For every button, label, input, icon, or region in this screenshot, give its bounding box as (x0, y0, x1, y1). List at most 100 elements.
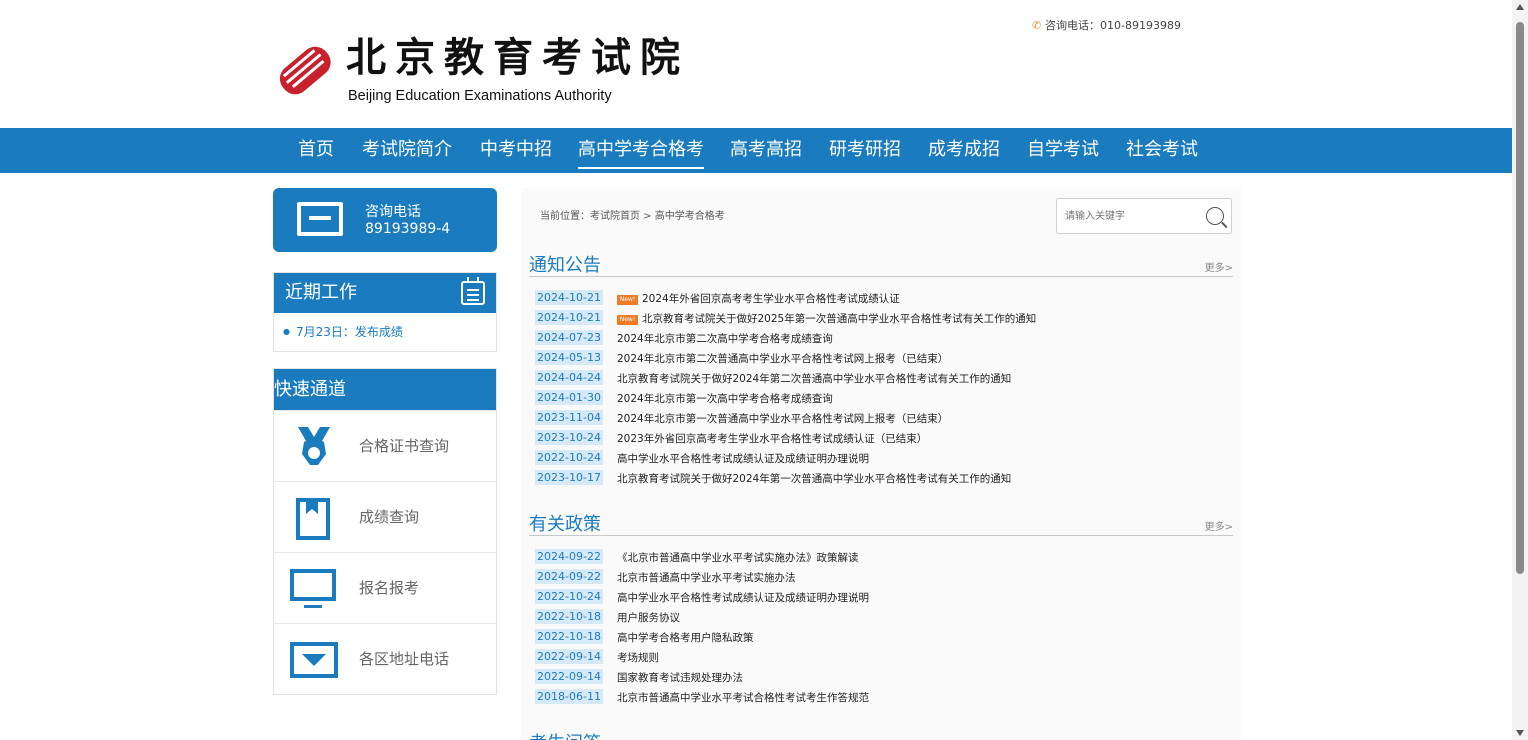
nav-item-chengkao[interactable]: 成考成招 (928, 128, 1000, 173)
quick-item-certificate[interactable]: 合格证书查询 (274, 410, 496, 481)
quick-item-label: 报名报考 (359, 579, 420, 597)
news-item[interactable]: 2024-10-21 New! 2024年外省回京高考考生学业水平合格性考试成绩认证 (535, 289, 1036, 309)
news-date: 2024-04-24 (535, 370, 603, 385)
scroll-up-icon[interactable] (1516, 4, 1524, 10)
news-date: 2022-09-14 (535, 649, 603, 664)
recent-work-panel: 近期工作 7月23日：发布成绩 (273, 272, 497, 352)
logo-subtitle: Beijing Education Examinations Authority (348, 88, 612, 104)
news-date: 2022-10-18 (535, 609, 603, 624)
nav-item-zixue[interactable]: 自学考试 (1027, 128, 1099, 173)
quick-item-scores[interactable]: 成绩查询 (274, 481, 496, 552)
section-policies-header: 有关政策 更多> (529, 510, 1233, 536)
news-title[interactable]: 北京市普通高中学业水平考试合格性考试考生作答规范 (617, 692, 869, 704)
nav-item-xuekao[interactable]: 高中学考合格考 (578, 128, 704, 169)
search-icon[interactable] (1206, 207, 1224, 225)
news-title[interactable]: 北京市普通高中学业水平考试实施办法 (617, 572, 796, 584)
header: 北京教育考试院 Beijing Education Examinations A… (0, 0, 1512, 128)
news-item[interactable]: 2024-07-23 2024年北京市第二次高中学考合格考成绩查询 (535, 329, 1036, 349)
news-title[interactable]: 北京教育考试院关于做好2025年第一次普通高中学业水平合格性考试有关工作的通知 (642, 313, 1036, 325)
news-item[interactable]: 2022-10-18 高中学考合格考用户隐私政策 (535, 628, 869, 648)
news-title[interactable]: 北京教育考试院关于做好2024年第一次普通高中学业水平合格性考试有关工作的通知 (617, 473, 1011, 485)
nav-item-gaokao[interactable]: 高考高招 (730, 128, 802, 173)
news-item[interactable]: 2023-11-04 2024年北京市第一次普通高中学业水平合格性考试网上报考（已… (535, 409, 1036, 429)
news-item[interactable]: 2022-10-18 用户服务协议 (535, 608, 869, 628)
news-title[interactable]: 用户服务协议 (617, 612, 680, 624)
hotline-label: 咨询电话 (365, 204, 421, 220)
nav-item-shehui[interactable]: 社会考试 (1126, 128, 1198, 173)
news-item[interactable]: 2024-09-22 《北京市普通高中学业水平考试实施办法》政策解读 (535, 548, 869, 568)
news-item[interactable]: 2022-10-24 高中学业水平合格性考试成绩认证及成绩证明办理说明 (535, 588, 869, 608)
news-date: 2023-10-24 (535, 430, 603, 445)
section-title: 考生问答 (529, 729, 601, 740)
news-date: 2024-07-23 (535, 330, 603, 345)
news-item[interactable]: 2023-10-17 北京教育考试院关于做好2024年第一次普通高中学业水平合格性… (535, 469, 1036, 489)
news-item[interactable]: 2018-06-11 北京市普通高中学业水平考试合格性考试考生作答规范 (535, 688, 869, 708)
news-title[interactable]: 2024年北京市第一次高中学考合格考成绩查询 (617, 393, 833, 405)
nav-item-home[interactable]: 首页 (298, 128, 334, 173)
header-hotline: ✆ 咨询电话：010-89193989 (1032, 17, 1181, 33)
news-item[interactable]: 2024-04-24 北京教育考试院关于做好2024年第二次普通高中学业水平合格性… (535, 369, 1036, 389)
quick-item-district[interactable]: 各区地址电话 (274, 623, 496, 694)
medal-icon (298, 427, 330, 465)
news-item[interactable]: 2024-09-22 北京市普通高中学业水平考试实施办法 (535, 568, 869, 588)
logo-icon[interactable] (272, 38, 336, 100)
news-title[interactable]: 高中学业水平合格性考试成绩认证及成绩证明办理说明 (617, 592, 869, 604)
news-date: 2024-10-21 (535, 290, 603, 305)
news-item[interactable]: 2022-10-24 高中学业水平合格性考试成绩认证及成绩证明办理说明 (535, 449, 1036, 469)
new-badge: New! (617, 295, 638, 305)
news-item[interactable]: 2022-09-14 国家教育考试违规处理办法 (535, 668, 869, 688)
news-date: 2022-09-14 (535, 669, 603, 684)
recent-work-header: 近期工作 (274, 273, 496, 313)
news-title[interactable]: 高中学考合格考用户隐私政策 (617, 632, 754, 644)
news-title[interactable]: 2023年外省回京高考考生学业水平合格性考试成绩认证（已结束） (617, 433, 927, 445)
news-date: 2023-11-04 (535, 410, 603, 425)
news-item[interactable]: 2024-05-13 2024年北京市第二次普通高中学业水平合格性考试网上报考（已… (535, 349, 1036, 369)
quick-item-label: 成绩查询 (359, 508, 420, 526)
scroll-down-icon[interactable] (1516, 730, 1524, 736)
quick-item-register[interactable]: 报名报考 (274, 552, 496, 623)
scrollbar[interactable] (1512, 0, 1528, 740)
nav-item-about[interactable]: 考试院简介 (362, 128, 452, 173)
recent-work-title: 近期工作 (285, 282, 357, 303)
recent-work-item[interactable]: 7月23日：发布成绩 (283, 323, 403, 340)
news-date: 2022-10-18 (535, 629, 603, 644)
section-title: 有关政策 (529, 514, 601, 535)
news-title[interactable]: 2024年外省回京高考考生学业水平合格性考试成绩认证 (642, 293, 900, 305)
news-date: 2023-10-17 (535, 470, 603, 485)
news-date: 2018-06-11 (535, 689, 603, 704)
section-title: 通知公告 (529, 255, 601, 276)
more-link[interactable]: 更多> (1205, 259, 1233, 274)
calendar-icon (461, 277, 485, 305)
search-box (1056, 198, 1232, 234)
news-item[interactable]: 2022-09-14 考场规则 (535, 648, 869, 668)
news-title[interactable]: 2024年北京市第一次普通高中学业水平合格性考试网上报考（已结束） (617, 413, 948, 425)
main-nav: 首页 考试院简介 中考中招 高中学考合格考 高考高招 研考研招 成考成招 自学考… (0, 128, 1512, 173)
monitor-icon (290, 569, 336, 608)
news-item[interactable]: 2024-01-30 2024年北京市第一次高中学考合格考成绩查询 (535, 389, 1036, 409)
news-date: 2022-10-24 (535, 589, 603, 604)
scroll-thumb[interactable] (1516, 22, 1524, 574)
quick-access-title: 快速通道 (274, 369, 496, 410)
news-title[interactable]: 《北京市普通高中学业水平考试实施办法》政策解读 (617, 552, 859, 564)
news-item[interactable]: 2023-10-24 2023年外省回京高考考生学业水平合格性考试成绩认证（已结束… (535, 429, 1036, 449)
news-title[interactable]: 2024年北京市第二次高中学考合格考成绩查询 (617, 333, 833, 345)
search-input[interactable] (1065, 208, 1185, 224)
news-title[interactable]: 高中学业水平合格性考试成绩认证及成绩证明办理说明 (617, 453, 869, 465)
page: 北京教育考试院 Beijing Education Examinations A… (0, 0, 1528, 740)
news-title[interactable]: 2024年北京市第二次普通高中学业水平合格性考试网上报考（已结束） (617, 353, 948, 365)
news-date: 2022-10-24 (535, 450, 603, 465)
news-date: 2024-01-30 (535, 390, 603, 405)
nav-item-zhongkao[interactable]: 中考中招 (480, 128, 552, 173)
logo-title[interactable]: 北京教育考试院 (346, 34, 689, 82)
policies-list: 2024-09-22 《北京市普通高中学业水平考试实施办法》政策解读 2024-09… (535, 548, 869, 708)
news-title[interactable]: 国家教育考试违规处理办法 (617, 672, 743, 684)
news-title[interactable]: 北京教育考试院关于做好2024年第二次普通高中学业水平合格性考试有关工作的通知 (617, 373, 1011, 385)
news-title[interactable]: 考场规则 (617, 652, 659, 664)
nav-item-yankao[interactable]: 研考研招 (829, 128, 901, 173)
breadcrumb: 当前位置：考试院首页 > 高中学考合格考 (540, 211, 725, 222)
news-item[interactable]: 2024-10-21 New! 北京教育考试院关于做好2025年第一次普通高中学业水… (535, 309, 1036, 329)
news-date: 2024-09-22 (535, 549, 603, 564)
more-link[interactable]: 更多> (1205, 518, 1233, 533)
quick-access-panel: 快速通道 合格证书查询 成绩查询 报名报考 各区地址电话 (273, 368, 497, 695)
bookmark-icon (296, 498, 330, 540)
